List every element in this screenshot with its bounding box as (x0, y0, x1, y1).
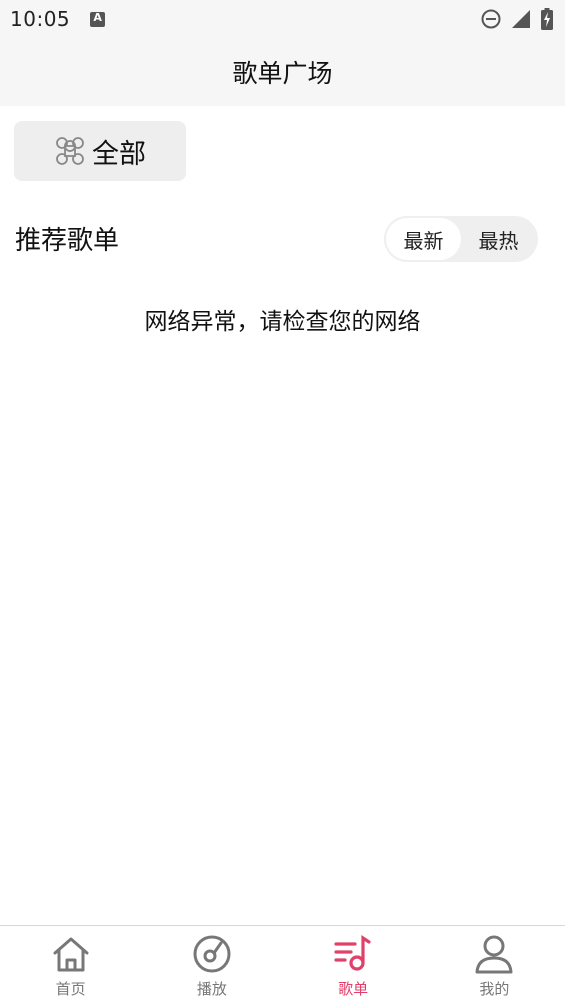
nav-label-mine: 我的 (479, 980, 510, 998)
network-error-message: 网络异常，请检查您的网络 (144, 309, 421, 335)
sort-toggle: 最新 最热 (384, 216, 538, 262)
sort-option-newest[interactable]: 最新 (386, 218, 461, 260)
accessibility-a-icon: A (90, 10, 106, 27)
do-not-disturb-icon (481, 9, 501, 29)
category-all-button[interactable]: 全部 (14, 121, 186, 181)
nav-label-playlist: 歌单 (338, 980, 369, 998)
nav-item-mine[interactable]: 我的 (424, 926, 565, 1004)
home-icon (53, 937, 89, 972)
category-label: 全部 (92, 138, 146, 170)
command-icon (56, 137, 84, 165)
nav-label-home: 首页 (55, 980, 86, 998)
status-bar: 10:05 A (0, 0, 565, 38)
page-title: 歌单广场 (232, 59, 333, 88)
sort-option-hottest[interactable]: 最热 (461, 218, 536, 260)
playlist-icon (334, 935, 371, 971)
nav-item-playlist[interactable]: 歌单 (283, 926, 424, 1004)
title-bar: 歌单广场 (0, 38, 565, 106)
section-title: 推荐歌单 (15, 226, 120, 256)
battery-charging-icon (541, 8, 553, 30)
a-badge-label: A (93, 10, 102, 24)
user-icon (475, 935, 513, 974)
nav-item-home[interactable]: 首页 (0, 926, 141, 1004)
app-screen: 10:05 A 歌单广场 全部 推荐歌单 最新 最热 网络异常，请检查您的网络 … (0, 0, 565, 1004)
nav-label-play: 播放 (196, 980, 227, 998)
disc-icon (193, 935, 231, 973)
status-time: 10:05 (10, 7, 71, 31)
nav-item-play[interactable]: 播放 (141, 926, 282, 1004)
status-icons (481, 8, 553, 30)
signal-icon (512, 10, 530, 28)
bottom-nav: 首页 播放 歌单 我的 (0, 925, 565, 1004)
